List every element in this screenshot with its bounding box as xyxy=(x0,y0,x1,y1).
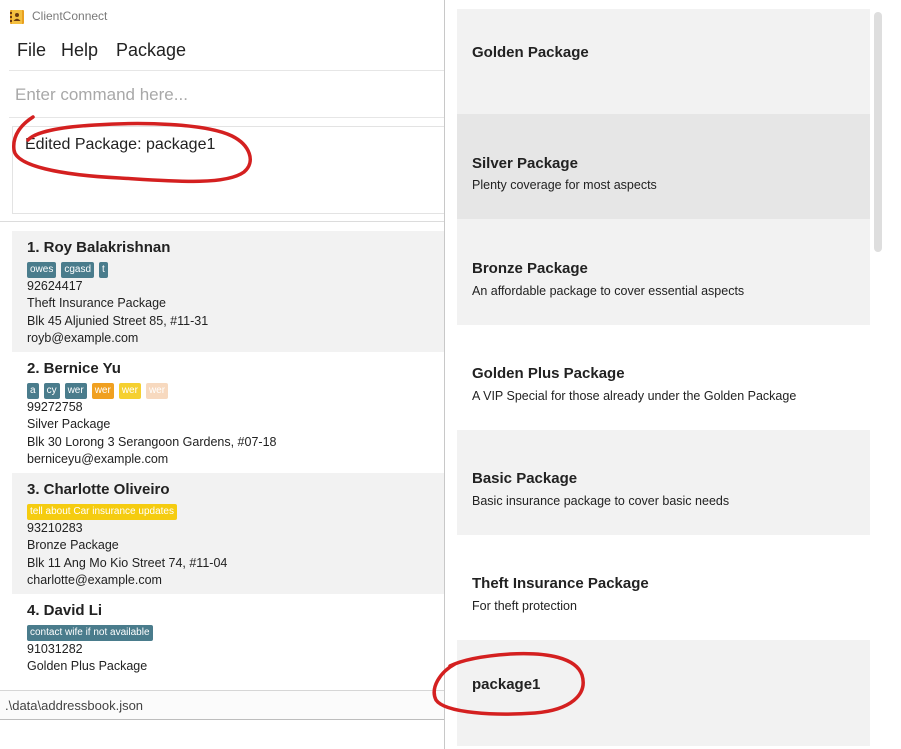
command-box xyxy=(9,70,446,118)
tag: tell about Car insurance updates xyxy=(27,504,177,520)
package-card[interactable]: Basic Package Basic insurance package to… xyxy=(457,430,870,536)
person-name: 1. Roy Balakrishnan xyxy=(27,239,171,256)
person-card[interactable]: 2. Bernice Yu a cy wer wer wer wer 99272… xyxy=(12,352,446,473)
person-email: royb@example.com xyxy=(27,331,139,345)
tag: wer xyxy=(64,383,87,399)
result-message: Edited Package: package1 xyxy=(25,136,216,153)
window-title: ClientConnect xyxy=(32,9,108,23)
menu-bar: File Help Package xyxy=(0,34,446,68)
package-name: Basic Package xyxy=(472,470,578,487)
person-phone: 92624417 xyxy=(27,279,83,293)
person-address: Blk 30 Lorong 3 Serangoon Gardens, #07-1… xyxy=(27,435,277,449)
package-card[interactable]: package1 xyxy=(457,640,870,746)
command-input[interactable] xyxy=(15,81,435,109)
tag-list: tell about Car insurance updates xyxy=(27,504,177,520)
person-card[interactable]: 1. Roy Balakrishnan owes cgasd t 9262441… xyxy=(12,231,446,352)
result-display: Edited Package: package1 xyxy=(12,126,446,214)
menu-file[interactable]: File xyxy=(17,40,46,61)
main-window: ClientConnect File Help Package Edited P… xyxy=(0,0,446,749)
tag: wer xyxy=(91,383,114,399)
tag-list: contact wife if not available xyxy=(27,625,153,641)
tag-list: owes cgasd t xyxy=(27,262,108,278)
package-card[interactable]: Golden Package xyxy=(457,9,870,115)
address-book-icon xyxy=(10,10,24,24)
person-list[interactable]: 1. Roy Balakrishnan owes cgasd t 9262441… xyxy=(12,231,446,689)
package-card[interactable]: Golden Plus Package A VIP Special for th… xyxy=(457,325,870,431)
package-card[interactable]: Bronze Package An affordable package to … xyxy=(457,219,870,325)
tag: owes xyxy=(27,262,57,278)
package-scrollbar[interactable] xyxy=(874,12,884,747)
tag: wer xyxy=(118,383,141,399)
person-package: Golden Plus Package xyxy=(27,659,148,673)
package-name: Golden Plus Package xyxy=(472,365,625,382)
person-address: Blk 11 Ang Mo Kio Street 74, #11-04 xyxy=(27,556,228,570)
package-name: Bronze Package xyxy=(472,260,588,277)
package-description: An affordable package to cover essential… xyxy=(472,284,745,298)
person-name: 2. Bernice Yu xyxy=(27,360,121,377)
person-email: berniceyu@example.com xyxy=(27,452,169,466)
tag: t xyxy=(99,262,108,278)
package-name: Theft Insurance Package xyxy=(472,575,649,592)
package-name: Golden Package xyxy=(472,44,589,61)
tag: cy xyxy=(43,383,60,399)
data-file-path: .\data\addressbook.json xyxy=(5,698,144,713)
person-package: Bronze Package xyxy=(27,538,119,552)
tag-list: a cy wer wer wer wer xyxy=(27,383,169,399)
person-package: Theft Insurance Package xyxy=(27,296,166,310)
tag: cgasd xyxy=(61,262,95,278)
package-description: Plenty coverage for most aspects xyxy=(472,178,657,192)
person-address: Blk 45 Aljunied Street 85, #11-31 xyxy=(27,314,209,328)
person-email: charlotte@example.com xyxy=(27,573,162,587)
package-name: package1 xyxy=(472,676,541,693)
scrollbar-thumb[interactable] xyxy=(874,12,882,252)
package-list[interactable]: Golden Package Silver Package Plenty cov… xyxy=(457,9,870,749)
person-card[interactable]: 3. Charlotte Oliveiro tell about Car ins… xyxy=(12,473,446,594)
tag: wer xyxy=(145,383,169,399)
person-phone: 99272758 xyxy=(27,400,83,414)
person-name: 3. Charlotte Oliveiro xyxy=(27,481,170,498)
package-description: A VIP Special for those already under th… xyxy=(472,389,797,403)
person-card[interactable]: 4. David Li contact wife if not availabl… xyxy=(12,594,446,689)
person-phone: 91031282 xyxy=(27,642,83,656)
person-phone: 93210283 xyxy=(27,521,83,535)
package-name: Silver Package xyxy=(472,155,578,172)
title-bar: ClientConnect xyxy=(0,0,446,34)
person-name: 4. David Li xyxy=(27,602,103,619)
menu-help[interactable]: Help xyxy=(61,40,98,61)
status-bar: .\data\addressbook.json xyxy=(0,690,446,720)
package-card[interactable]: Theft Insurance Package For theft protec… xyxy=(457,535,870,641)
tag: a xyxy=(27,383,39,399)
divider xyxy=(0,221,446,222)
package-description: For theft protection xyxy=(472,599,577,613)
package-panel: Golden Package Silver Package Plenty cov… xyxy=(444,0,901,749)
package-description: Basic insurance package to cover basic n… xyxy=(472,494,730,508)
tag: contact wife if not available xyxy=(27,625,153,641)
menu-package[interactable]: Package xyxy=(116,40,186,61)
package-card[interactable]: Silver Package Plenty coverage for most … xyxy=(457,114,870,220)
person-package: Silver Package xyxy=(27,417,111,431)
